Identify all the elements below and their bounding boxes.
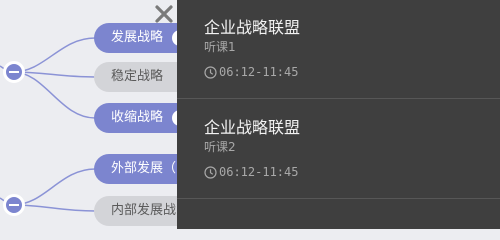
mind-node-label: 外部发展（ (111, 161, 177, 176)
mind-node-label: 收缩战略 (111, 110, 164, 125)
lesson-entry[interactable]: 企业战略联盟 听课1 06:12-11:45 (177, 0, 500, 99)
lesson-subtitle: 听课1 (204, 40, 236, 54)
clock-icon (204, 165, 217, 179)
lesson-title: 企业战略联盟 (204, 18, 301, 37)
collapse-toggle-upper[interactable] (3, 61, 25, 83)
lesson-subtitle: 听课2 (204, 140, 236, 154)
collapse-toggle-lower[interactable] (3, 194, 25, 216)
mind-node-label: 内部发展战 (111, 203, 177, 218)
mind-node-label: 稳定战略 (111, 69, 164, 84)
lesson-time-text: 06:12-11:45 (219, 165, 299, 179)
lesson-title: 企业战略联盟 (204, 118, 301, 137)
lesson-time: 06:12-11:45 (204, 64, 298, 80)
lesson-time-text: 06:12-11:45 (219, 65, 299, 79)
lesson-entry[interactable]: 企业战略联盟 听课2 06:12-11:45 (177, 100, 500, 199)
close-icon[interactable] (153, 3, 175, 25)
lesson-panel: 企业战略联盟 听课1 06:12-11:45 企业战略联盟 听课2 06:12-… (177, 0, 500, 229)
clock-icon (204, 65, 217, 79)
lesson-time: 06:12-11:45 (204, 164, 298, 180)
mind-node-label: 发展战略 (111, 30, 164, 45)
